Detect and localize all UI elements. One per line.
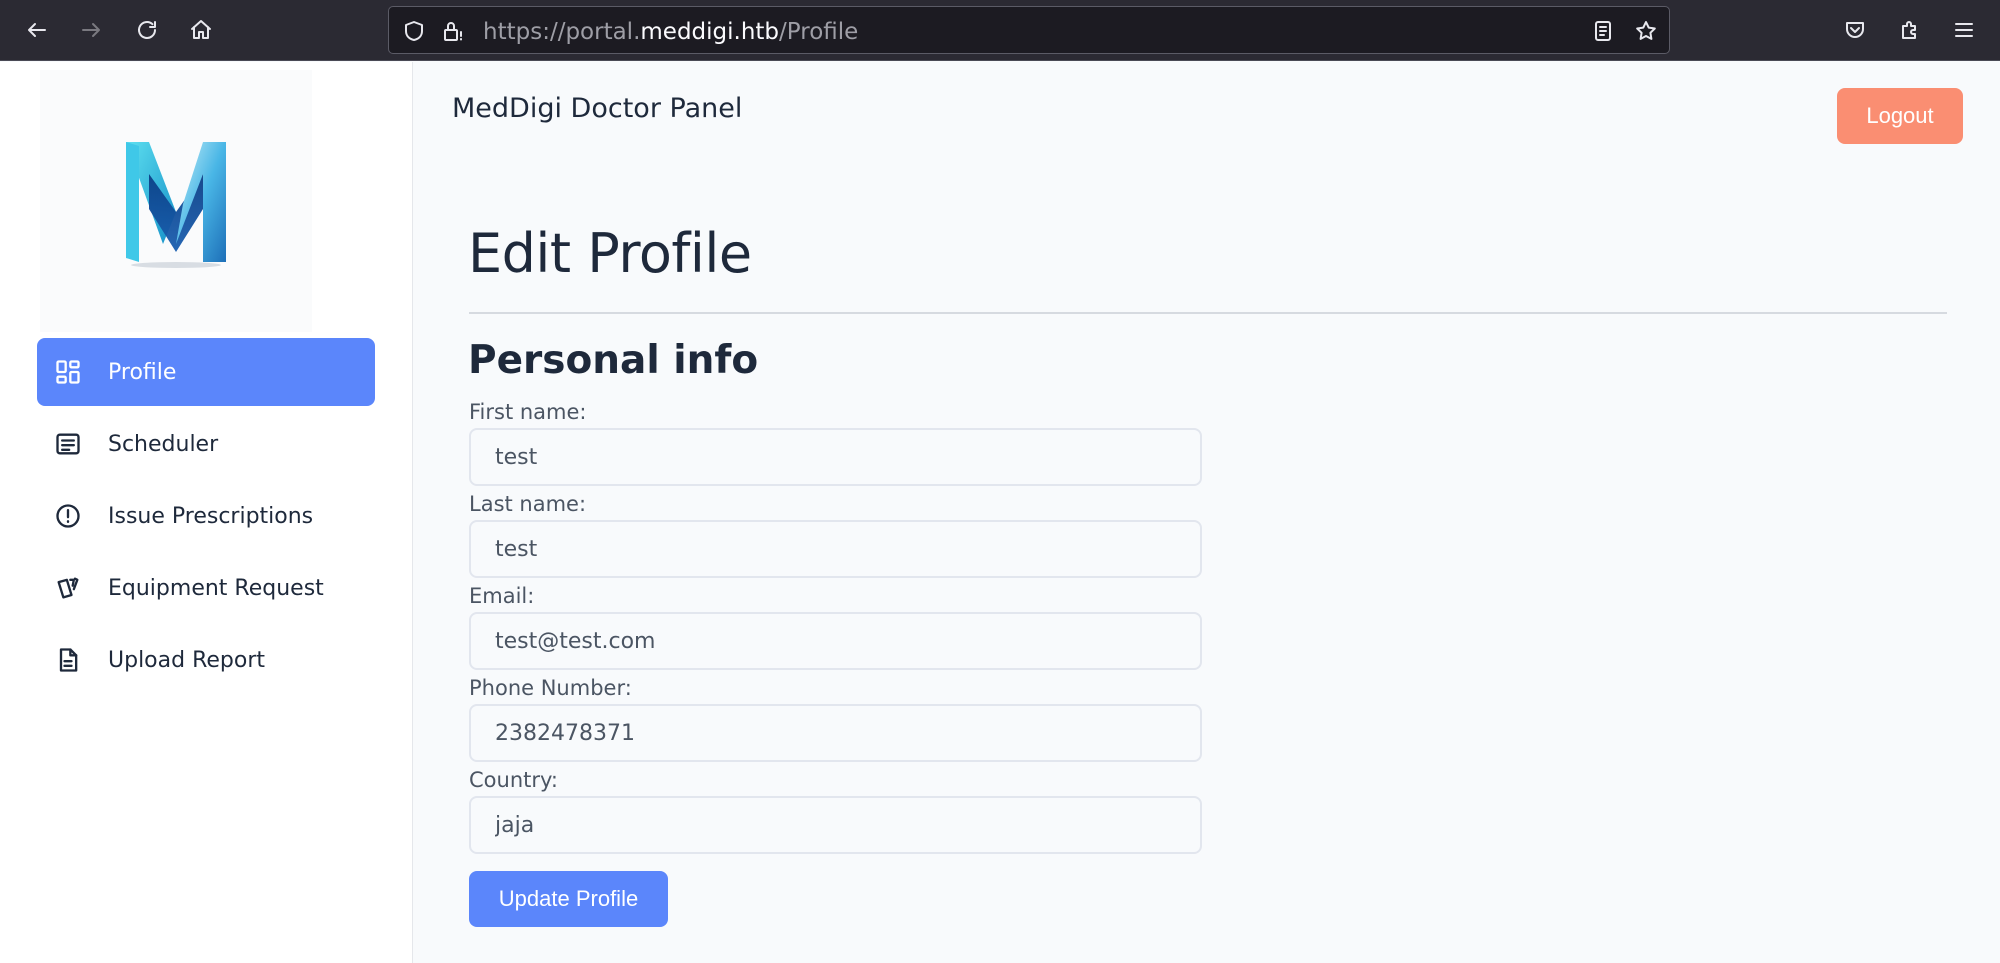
first-name-label: First name: bbox=[469, 400, 587, 424]
url-text: https://portal.meddigi.htb/Profile bbox=[483, 19, 858, 45]
url-path: /Profile bbox=[779, 19, 859, 45]
cards-icon bbox=[53, 573, 83, 603]
divider bbox=[469, 312, 1947, 314]
list-icon bbox=[53, 429, 83, 459]
phone-number-field[interactable] bbox=[469, 704, 1202, 762]
m-logo-icon bbox=[126, 141, 226, 268]
reader-view-icon[interactable] bbox=[1590, 18, 1616, 44]
sidebar: Profile Scheduler Issue Prescriptions Eq… bbox=[0, 62, 413, 963]
meddigi-logo[interactable] bbox=[40, 70, 312, 332]
email-label: Email: bbox=[469, 584, 535, 608]
url-domain: meddigi.htb bbox=[640, 19, 780, 45]
update-profile-button[interactable]: Update Profile bbox=[469, 871, 668, 927]
dashboard-icon bbox=[53, 357, 83, 387]
first-name-field[interactable] bbox=[469, 428, 1202, 486]
last-name-field[interactable] bbox=[469, 520, 1202, 578]
home-icon[interactable] bbox=[183, 12, 219, 48]
phone-number-label: Phone Number: bbox=[469, 676, 632, 700]
sidebar-item-equipment-request[interactable]: Equipment Request bbox=[37, 554, 375, 622]
extensions-icon[interactable] bbox=[1892, 12, 1928, 48]
document-icon bbox=[53, 645, 83, 675]
sidebar-item-scheduler[interactable]: Scheduler bbox=[37, 410, 375, 478]
back-arrow-icon[interactable] bbox=[19, 12, 55, 48]
pocket-icon[interactable] bbox=[1837, 12, 1873, 48]
bookmark-star-icon[interactable] bbox=[1633, 18, 1659, 44]
shield-icon[interactable] bbox=[401, 18, 427, 44]
last-name-label: Last name: bbox=[469, 492, 587, 516]
country-field[interactable] bbox=[469, 796, 1202, 854]
sidebar-item-issue-prescriptions[interactable]: Issue Prescriptions bbox=[37, 482, 375, 550]
sidebar-item-label: Profile bbox=[108, 359, 177, 385]
sidebar-item-label: Issue Prescriptions bbox=[108, 503, 314, 529]
alert-circle-icon bbox=[53, 501, 83, 531]
reload-icon[interactable] bbox=[129, 12, 165, 48]
hamburger-menu-icon[interactable] bbox=[1946, 12, 1982, 48]
email-field[interactable] bbox=[469, 612, 1202, 670]
sidebar-item-upload-report[interactable]: Upload Report bbox=[37, 626, 375, 694]
sidebar-item-label: Scheduler bbox=[108, 431, 219, 457]
sidebar-item-label: Upload Report bbox=[108, 647, 266, 673]
forward-arrow-icon[interactable] bbox=[73, 12, 109, 48]
address-bar[interactable]: https://portal.meddigi.htb/Profile bbox=[388, 6, 1670, 54]
url-prefix: https://portal. bbox=[483, 19, 641, 45]
logout-button[interactable]: Logout bbox=[1837, 88, 1963, 144]
country-label: Country: bbox=[469, 768, 558, 792]
section-title: Personal info bbox=[468, 338, 759, 383]
sidebar-item-profile[interactable]: Profile bbox=[37, 338, 375, 406]
panel-title: MedDigi Doctor Panel bbox=[452, 93, 743, 124]
sidebar-item-label: Equipment Request bbox=[108, 575, 324, 601]
lock-warning-icon[interactable] bbox=[440, 18, 466, 44]
browser-toolbar: https://portal.meddigi.htb/Profile bbox=[0, 0, 2000, 61]
page-title: Edit Profile bbox=[468, 222, 752, 285]
